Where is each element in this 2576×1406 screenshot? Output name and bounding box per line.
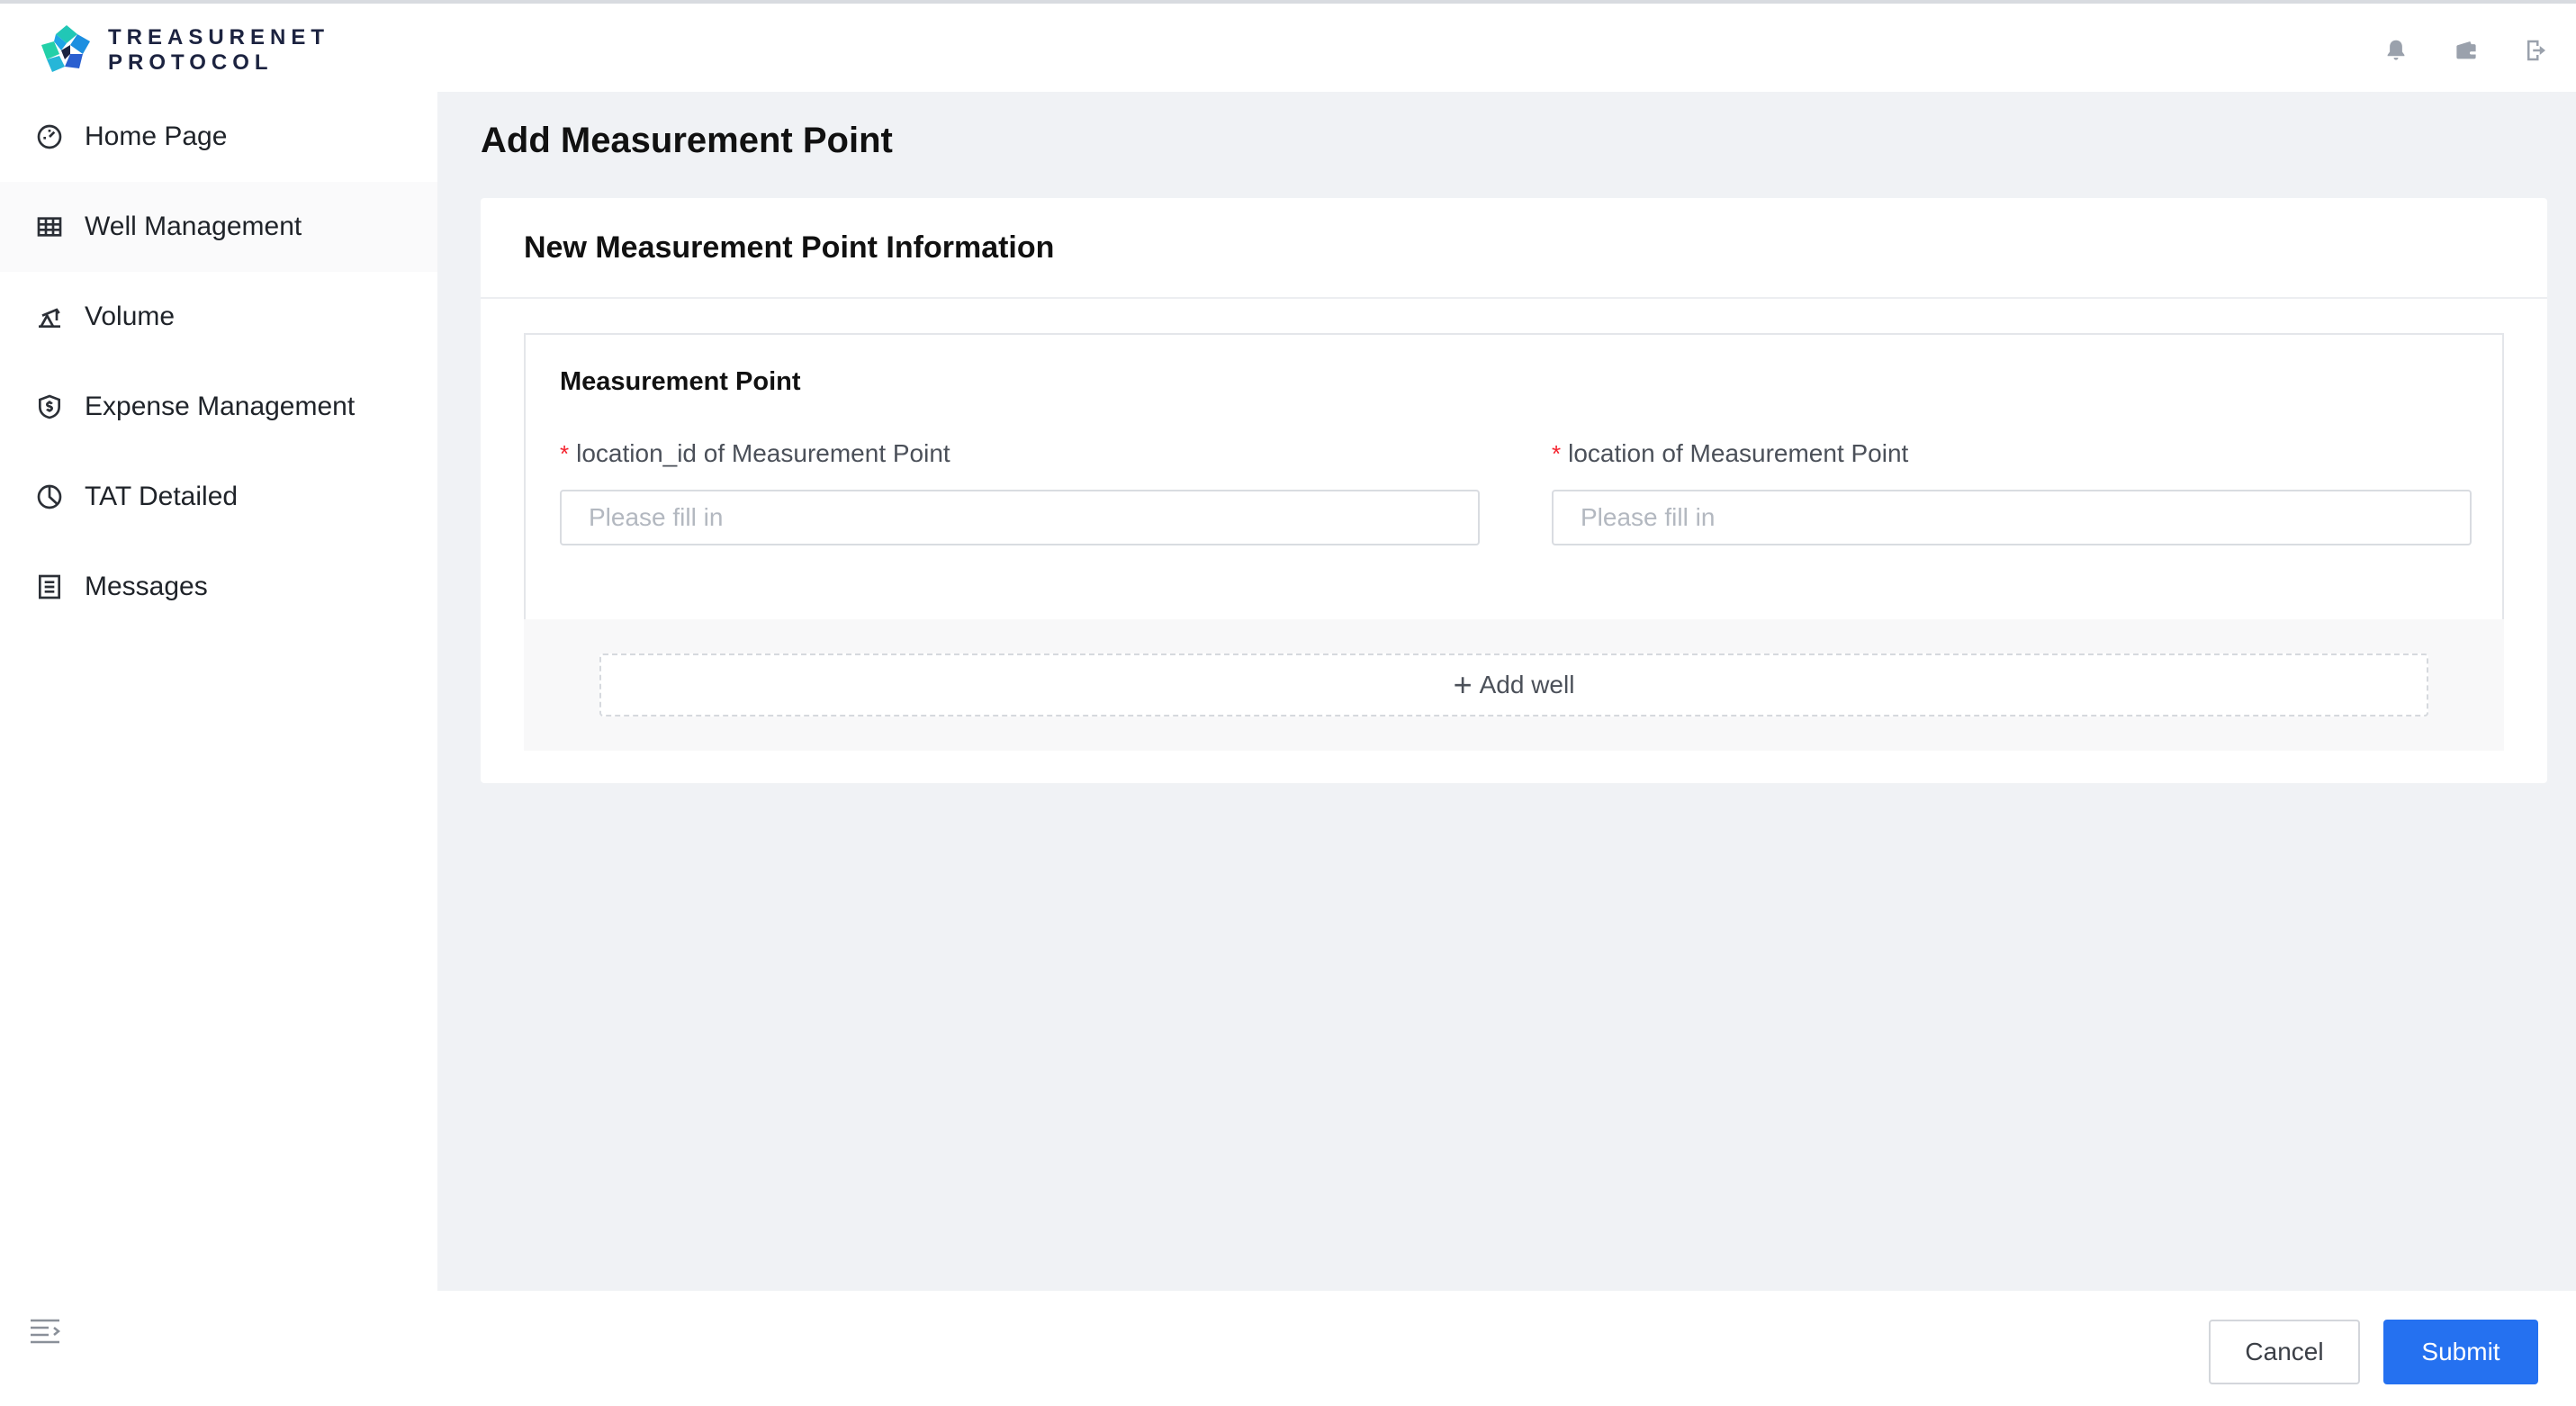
measurement-point-section: Measurement Point * location_id of Measu… <box>524 333 2504 621</box>
card-header: New Measurement Point Information <box>481 198 2547 299</box>
location-id-input[interactable] <box>560 490 1480 545</box>
sidebar: Home Page Well Management Volume Expense… <box>0 92 437 1406</box>
logo[interactable]: TREASURENET PROTOCOL <box>38 22 329 79</box>
pie-chart-icon <box>34 482 65 512</box>
wallet-icon[interactable] <box>2450 34 2482 67</box>
location-id-label-text: location_id of Measurement Point <box>576 439 950 467</box>
location-id-field: * location_id of Measurement Point <box>560 436 1480 545</box>
location-label: * location of Measurement Point <box>1552 436 2472 472</box>
required-marker: * <box>1552 439 1562 467</box>
submit-button[interactable]: Submit <box>2383 1320 2538 1384</box>
pumpjack-icon <box>34 302 65 332</box>
add-well-label: Add well <box>1479 671 1575 698</box>
add-well-button[interactable]: + Add well <box>599 653 2428 717</box>
sidebar-item-volume[interactable]: Volume <box>0 272 437 362</box>
sidebar-item-well-management[interactable]: Well Management <box>0 182 437 272</box>
required-marker: * <box>560 439 570 467</box>
location-id-label: * location_id of Measurement Point <box>560 436 1480 472</box>
sidebar-item-label: Well Management <box>85 212 302 241</box>
location-field: * location of Measurement Point <box>1552 436 2472 545</box>
table-icon <box>34 212 65 242</box>
treasurenet-logo-icon <box>41 25 90 72</box>
logo-line-2: PROTOCOL <box>108 50 274 75</box>
sidebar-item-tat-detailed[interactable]: TAT Detailed <box>0 452 437 542</box>
sidebar-item-home-page[interactable]: Home Page <box>0 92 437 182</box>
sidebar-item-label: TAT Detailed <box>85 482 239 511</box>
add-well-area: + Add well <box>524 619 2504 751</box>
speedometer-icon <box>34 122 65 152</box>
top-header: TREASURENET PROTOCOL <box>0 4 2576 92</box>
bell-icon[interactable] <box>2380 34 2412 67</box>
section-title: Measurement Point <box>560 367 801 396</box>
sidebar-item-messages[interactable]: Messages <box>0 542 437 632</box>
sidebar-item-label: Messages <box>85 572 208 601</box>
page-title: Add Measurement Point <box>481 121 893 160</box>
card-title: New Measurement Point Information <box>524 230 1055 265</box>
main-content: Add Measurement Point New Measurement Po… <box>437 92 2576 1291</box>
list-icon <box>34 572 65 602</box>
logo-line-1: TREASURENET <box>108 25 330 50</box>
form-card: New Measurement Point Information Measur… <box>481 198 2547 783</box>
header-actions <box>2380 34 2553 67</box>
footer-actions: Cancel Submit <box>437 1291 2576 1406</box>
sidebar-item-label: Home Page <box>85 122 228 151</box>
sidebar-item-label: Volume <box>85 302 176 331</box>
location-input[interactable] <box>1552 490 2472 545</box>
logo-text: TREASURENET PROTOCOL <box>108 25 329 76</box>
sidebar-item-label: Expense Management <box>85 392 356 421</box>
menu-collapse-icon[interactable] <box>29 1316 61 1347</box>
sidebar-item-expense-management[interactable]: Expense Management <box>0 362 437 452</box>
plus-icon: + <box>1453 666 1473 703</box>
shield-dollar-icon <box>34 392 65 422</box>
cancel-button[interactable]: Cancel <box>2209 1320 2360 1384</box>
logout-icon[interactable] <box>2520 34 2553 67</box>
location-label-text: location of Measurement Point <box>1568 439 1909 467</box>
